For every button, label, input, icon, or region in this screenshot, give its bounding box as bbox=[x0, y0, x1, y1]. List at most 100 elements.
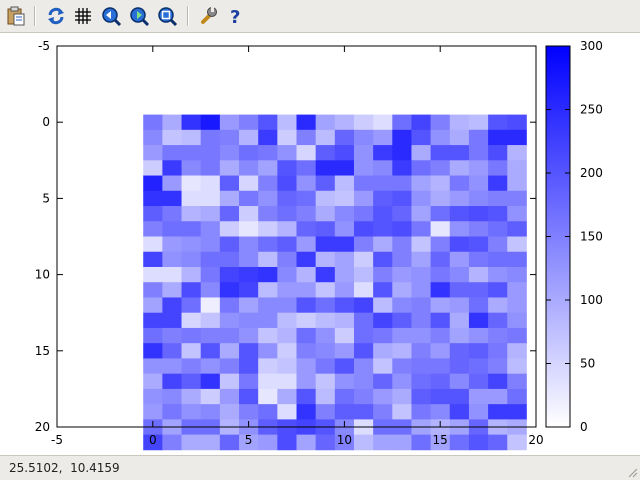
heatmap-cell bbox=[181, 373, 202, 390]
heatmap-cell bbox=[162, 266, 182, 283]
heatmap-cell bbox=[315, 312, 336, 329]
heatmap-cell bbox=[143, 160, 163, 176]
heatmap-cell bbox=[315, 404, 336, 420]
autoscale-button[interactable] bbox=[156, 5, 178, 27]
heatmap-cell bbox=[219, 266, 240, 283]
heatmap-cell bbox=[468, 266, 489, 283]
heatmap-cell bbox=[507, 160, 527, 176]
heatmap-cell bbox=[353, 206, 374, 222]
heatmap-cell bbox=[353, 373, 374, 390]
heatmap-cell bbox=[392, 145, 412, 161]
heatmap-cell bbox=[449, 327, 470, 344]
heatmap-cell bbox=[200, 312, 221, 329]
heatmap-cell bbox=[353, 282, 374, 298]
heatmap-cell bbox=[277, 129, 297, 146]
heatmap-cell bbox=[219, 388, 240, 405]
heatmap-cell bbox=[430, 297, 451, 314]
heatmap-cell bbox=[315, 236, 336, 253]
heatmap-cell bbox=[392, 129, 412, 146]
heatmap-cell bbox=[468, 190, 489, 207]
heatmap-cell bbox=[258, 190, 278, 207]
heatmap-cell bbox=[143, 145, 163, 161]
heatmap-cell bbox=[315, 343, 336, 359]
heatmap-cell bbox=[334, 343, 355, 359]
x-tick-label: 15 bbox=[433, 433, 448, 447]
heatmap-cell bbox=[468, 373, 489, 390]
heatmap-cell bbox=[334, 358, 355, 375]
heatmap-cell bbox=[373, 297, 393, 314]
heatmap-cell bbox=[162, 312, 182, 329]
heatmap-cell bbox=[239, 206, 259, 222]
heatmap-cell bbox=[200, 434, 221, 451]
heatmap-cell bbox=[411, 327, 432, 344]
heatmap-cell bbox=[430, 236, 451, 253]
y-tick-label: 20 bbox=[35, 420, 50, 434]
heatmap-cell bbox=[411, 206, 432, 222]
heatmap-cell bbox=[277, 221, 297, 237]
heatmap-cell bbox=[200, 160, 221, 176]
heatmap-cell bbox=[411, 114, 432, 131]
heatmap-cell bbox=[143, 388, 163, 405]
help-button[interactable]: ? bbox=[224, 5, 246, 28]
replot-button[interactable] bbox=[45, 5, 67, 27]
plot-canvas[interactable]: -5 0 5 10 15 20 -5 0 5 10 15 20 0 50 100 150 200 250 300 bbox=[0, 33, 640, 455]
heatmap-cell bbox=[449, 312, 470, 329]
heatmap-cell bbox=[296, 114, 317, 131]
heatmap-cell bbox=[507, 266, 527, 283]
heatmap-cell bbox=[200, 297, 221, 314]
heatmap-cell bbox=[258, 297, 278, 314]
heatmap-cell bbox=[219, 358, 240, 375]
colorbar-tick-label: 200 bbox=[580, 166, 603, 180]
heatmap-cell bbox=[430, 145, 451, 161]
heatmap-cell bbox=[411, 129, 432, 146]
heatmap-cell bbox=[488, 343, 508, 359]
heatmap-cell bbox=[181, 266, 202, 283]
previous-zoom-button[interactable] bbox=[100, 5, 122, 27]
zoom-autoscale-icon bbox=[158, 7, 178, 27]
heatmap-cell bbox=[181, 404, 202, 420]
heatmap-cell bbox=[449, 251, 470, 268]
options-button[interactable] bbox=[197, 5, 219, 27]
copy-clipboard-button[interactable] bbox=[5, 5, 27, 27]
heatmap-cell bbox=[258, 373, 278, 390]
heatmap-cells bbox=[143, 114, 527, 451]
heatmap-cell bbox=[219, 221, 240, 237]
heatmap-cell bbox=[430, 221, 451, 237]
heatmap-cell bbox=[373, 251, 393, 268]
heatmap-cell bbox=[353, 236, 374, 253]
heatmap-cell bbox=[449, 282, 470, 298]
resize-grip-icon[interactable] bbox=[626, 466, 638, 478]
heatmap-cell bbox=[334, 312, 355, 329]
heatmap-cell bbox=[277, 206, 297, 222]
heatmap-cell bbox=[296, 388, 317, 405]
heatmap-cell bbox=[392, 175, 412, 192]
heatmap-cell bbox=[181, 312, 202, 329]
next-zoom-button[interactable] bbox=[128, 5, 150, 27]
heatmap-cell bbox=[162, 145, 182, 161]
heatmap-cell bbox=[258, 251, 278, 268]
x-tick-label: 0 bbox=[149, 433, 157, 447]
heatmap-plot[interactable]: -5 0 5 10 15 20-505101520 050100150200250300 bbox=[0, 33, 640, 455]
svg-text:?: ? bbox=[230, 7, 240, 27]
heatmap-cell bbox=[277, 388, 297, 405]
heatmap-cell bbox=[277, 312, 297, 329]
heatmap-cell bbox=[353, 145, 374, 161]
heatmap-cell bbox=[488, 297, 508, 314]
heatmap-cell bbox=[258, 343, 278, 359]
mouse-coordinates: 25.5102, 10.4159 bbox=[9, 461, 120, 475]
heatmap-cell bbox=[219, 145, 240, 161]
heatmap-cell bbox=[392, 297, 412, 314]
heatmap-cell bbox=[219, 434, 240, 451]
heatmap-cell bbox=[411, 434, 432, 451]
heatmap-cell bbox=[296, 358, 317, 375]
grid-icon bbox=[75, 8, 91, 24]
heatmap-cell bbox=[507, 297, 527, 314]
heatmap-cell bbox=[430, 190, 451, 207]
heatmap-cell bbox=[219, 114, 240, 131]
toggle-grid-button[interactable] bbox=[72, 5, 94, 27]
y-tick-label: -5 bbox=[38, 39, 50, 53]
heatmap-cell bbox=[488, 312, 508, 329]
heatmap-cell bbox=[219, 373, 240, 390]
heatmap-cell bbox=[162, 358, 182, 375]
colorbar-tick-label: 0 bbox=[580, 420, 588, 434]
